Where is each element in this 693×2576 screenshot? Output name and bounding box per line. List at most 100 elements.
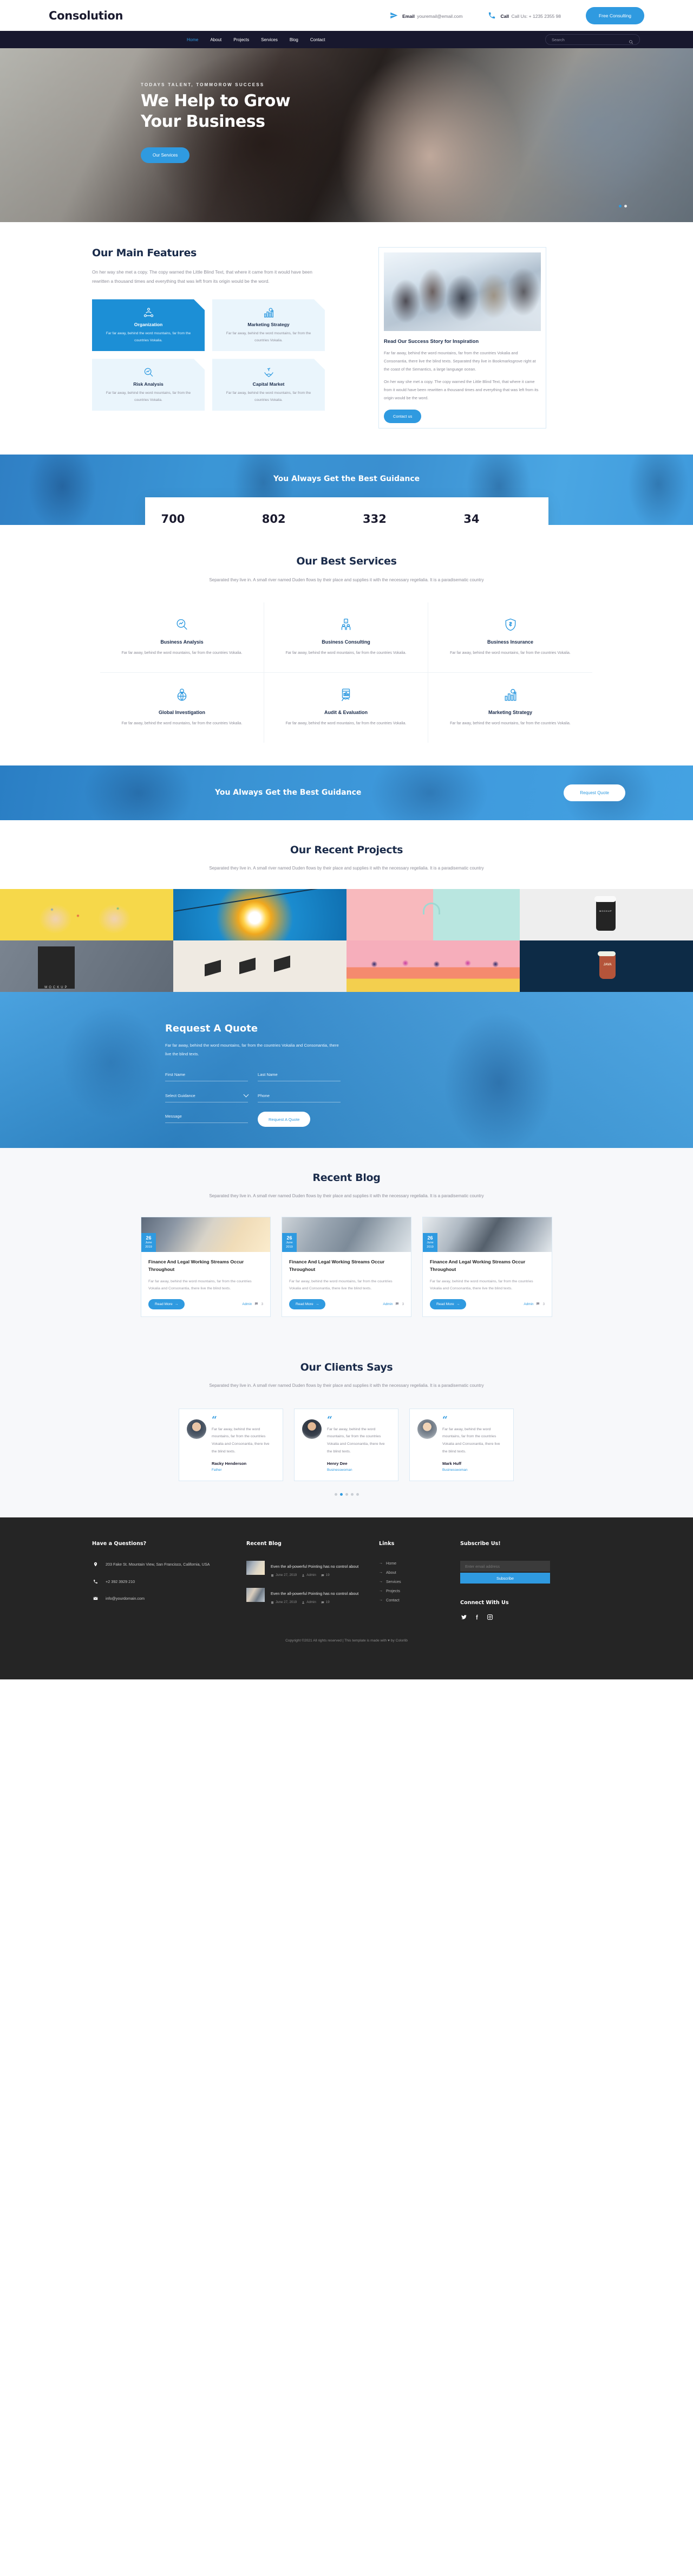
message-input[interactable]: [165, 1114, 248, 1119]
organization-icon: [101, 307, 196, 319]
read-more-label: Read More: [296, 1302, 313, 1306]
feature-card-capital-market[interactable]: Capital Market Far far away, behind the …: [212, 359, 325, 411]
hero-dot-2[interactable]: [624, 205, 627, 207]
subscribe-email-input[interactable]: [460, 1561, 550, 1572]
instagram-icon[interactable]: [486, 1613, 493, 1620]
stat-years-experienced: 34 YEARS OF EXPERIENCED: [447, 513, 548, 525]
footer-phone-row[interactable]: +2 392 3929 210: [92, 1578, 234, 1585]
read-more-label: Read More: [155, 1302, 173, 1306]
footer-blog-item[interactable]: Even the all-powerful Pointing has no co…: [246, 1561, 367, 1577]
nav-item-contact[interactable]: Contact: [310, 37, 325, 42]
footer-link-projects[interactable]: → Projects: [379, 1588, 448, 1593]
blog-author: Admin: [524, 1302, 534, 1306]
nav-item-services[interactable]: Services: [261, 37, 278, 42]
select-guidance-dropdown[interactable]: Select Guidance: [165, 1092, 249, 1103]
service-marketing-strategy[interactable]: Marketing Strategy Far far away, behind …: [428, 673, 592, 743]
feature-card-marketing-strategy[interactable]: Marketing Strategy Far far away, behind …: [212, 299, 325, 351]
testimonial-card[interactable]: “ Far far away, behind the word mountain…: [294, 1408, 398, 1482]
nav-item-home[interactable]: Home: [187, 37, 198, 42]
hero-slider-dots[interactable]: [619, 205, 627, 207]
project-tile-hanging-lamp[interactable]: [173, 889, 346, 941]
facebook-icon[interactable]: [473, 1613, 480, 1620]
project-tile-candy-flatlay[interactable]: [346, 940, 520, 992]
testimonial-dot-1[interactable]: [334, 1493, 337, 1496]
service-business-analysis[interactable]: Business Analysis Far far away, behind t…: [100, 602, 264, 673]
request-quote-button[interactable]: Request Quote: [564, 784, 625, 801]
envelope-icon: [92, 1595, 99, 1601]
stat-awards-received: 332 AWWARDS RECEIVED: [346, 513, 447, 525]
feature-card-risk-analysis[interactable]: Risk Analysis Far far away, behind the w…: [92, 359, 205, 411]
blog-card[interactable]: 26 June 2019 Finance And Legal Working S…: [282, 1217, 411, 1317]
free-consulting-button[interactable]: Free Consulting: [585, 7, 644, 24]
hero-dot-1[interactable]: [619, 205, 622, 207]
message-field[interactable]: [165, 1114, 248, 1124]
search-input[interactable]: [552, 37, 629, 42]
blog-card-title[interactable]: Finance And Legal Working Streams Occur …: [148, 1258, 263, 1273]
testimonial-dot-2[interactable]: [339, 1493, 343, 1496]
twitter-icon[interactable]: [460, 1613, 467, 1620]
team-board-icon: [284, 617, 408, 633]
service-text: Far far away, behind the word mountains,…: [285, 721, 407, 725]
testimonial-card[interactable]: “ Far far away, behind the word mountain…: [179, 1408, 283, 1482]
footer-blog-thumbnail: [246, 1588, 265, 1602]
service-business-consulting[interactable]: Business Consulting Far far away, behind…: [264, 602, 428, 673]
topbar-email[interactable]: Email youremail@email.com: [389, 11, 463, 21]
contact-us-button[interactable]: Contact us: [384, 409, 422, 423]
testimonial-dot-3[interactable]: [345, 1493, 348, 1496]
project-tile-painted-hands[interactable]: [0, 889, 173, 941]
footer-blog-item[interactable]: Even the all-powerful Pointing has no co…: [246, 1588, 367, 1604]
blog-author: Admin: [242, 1302, 252, 1306]
nav-item-about[interactable]: About: [210, 37, 221, 42]
footer-link-about[interactable]: → About: [379, 1570, 448, 1575]
first-name-input[interactable]: [165, 1072, 248, 1078]
testimonials-section: Our Clients Says Separated they live in.…: [0, 1341, 693, 1518]
service-text: Far far away, behind the word mountains,…: [121, 651, 243, 655]
read-more-button[interactable]: Read More →: [289, 1299, 326, 1309]
blog-card[interactable]: 26 June 2019 Finance And Legal Working S…: [141, 1217, 271, 1317]
our-services-button[interactable]: Our Services: [141, 147, 190, 163]
feature-card-organization[interactable]: Organization Far far away, behind the wo…: [92, 299, 205, 351]
blog-card[interactable]: 26 June 2019 Finance And Legal Working S…: [422, 1217, 552, 1317]
read-more-button[interactable]: Read More →: [148, 1299, 185, 1309]
success-story-image: [384, 252, 541, 331]
first-name-field[interactable]: [165, 1072, 248, 1082]
project-tile-java-cup-in-hand[interactable]: JAVA: [520, 940, 693, 992]
subscribe-button[interactable]: Subscribe: [460, 1573, 550, 1584]
project-tile-paper-bag-mockup[interactable]: MOCKUP: [0, 940, 173, 992]
service-global-investigation[interactable]: Global Investigation Far far away, behin…: [100, 672, 264, 743]
service-business-insurance[interactable]: Business Insurance Far far away, behind …: [428, 602, 592, 673]
testimonial-dot-5[interactable]: [356, 1493, 359, 1496]
project-tile-coffee-cup-mockup[interactable]: MOCKUP: [520, 889, 693, 941]
testimonials-slider-dots[interactable]: [0, 1493, 693, 1496]
search-icon[interactable]: [629, 37, 633, 44]
blog-card-title[interactable]: Finance And Legal Working Streams Occur …: [289, 1258, 404, 1273]
footer-email-row[interactable]: info@yourdomain.com: [92, 1595, 234, 1602]
blog-card-title[interactable]: Finance And Legal Working Streams Occur …: [430, 1258, 545, 1273]
request-quote-submit-button[interactable]: Request A Quote: [258, 1112, 311, 1127]
testimonials-title: Our Clients Says: [300, 1361, 393, 1373]
feature-title: Marketing Strategy: [247, 322, 290, 328]
phone-input[interactable]: [258, 1093, 341, 1098]
footer-connect-title: Connect With Us: [460, 1600, 509, 1606]
read-more-button[interactable]: Read More →: [430, 1299, 467, 1309]
last-name-field[interactable]: [258, 1072, 341, 1082]
footer-link-home[interactable]: → Home: [379, 1561, 448, 1566]
blog-title: Recent Blog: [312, 1172, 381, 1184]
service-audit-evaluation[interactable]: Audit & Evaluation Far far away, behind …: [264, 672, 428, 743]
testimonial-card[interactable]: “ Far far away, behind the word mountain…: [409, 1408, 514, 1482]
nav-item-blog[interactable]: Blog: [290, 37, 298, 42]
footer-link-services[interactable]: → Services: [379, 1579, 448, 1584]
services-grid: Business Analysis Far far away, behind t…: [100, 602, 593, 743]
project-tile-business-cards-mockup[interactable]: [173, 940, 346, 992]
footer-blog-author: Admin: [302, 1573, 316, 1577]
project-tile-pastel-headphones[interactable]: [346, 889, 520, 941]
search-box[interactable]: [545, 34, 640, 45]
brand-logo[interactable]: Consolution: [49, 9, 123, 22]
last-name-input[interactable]: [258, 1072, 341, 1078]
nav-item-projects[interactable]: Projects: [233, 37, 249, 42]
paper-plane-icon: [389, 11, 398, 20]
topbar-call[interactable]: Call Call Us: + 1235 2355 98: [488, 11, 561, 21]
footer-link-contact[interactable]: → Contact: [379, 1598, 448, 1602]
testimonial-dot-4[interactable]: [350, 1493, 354, 1496]
phone-field[interactable]: [258, 1093, 341, 1103]
